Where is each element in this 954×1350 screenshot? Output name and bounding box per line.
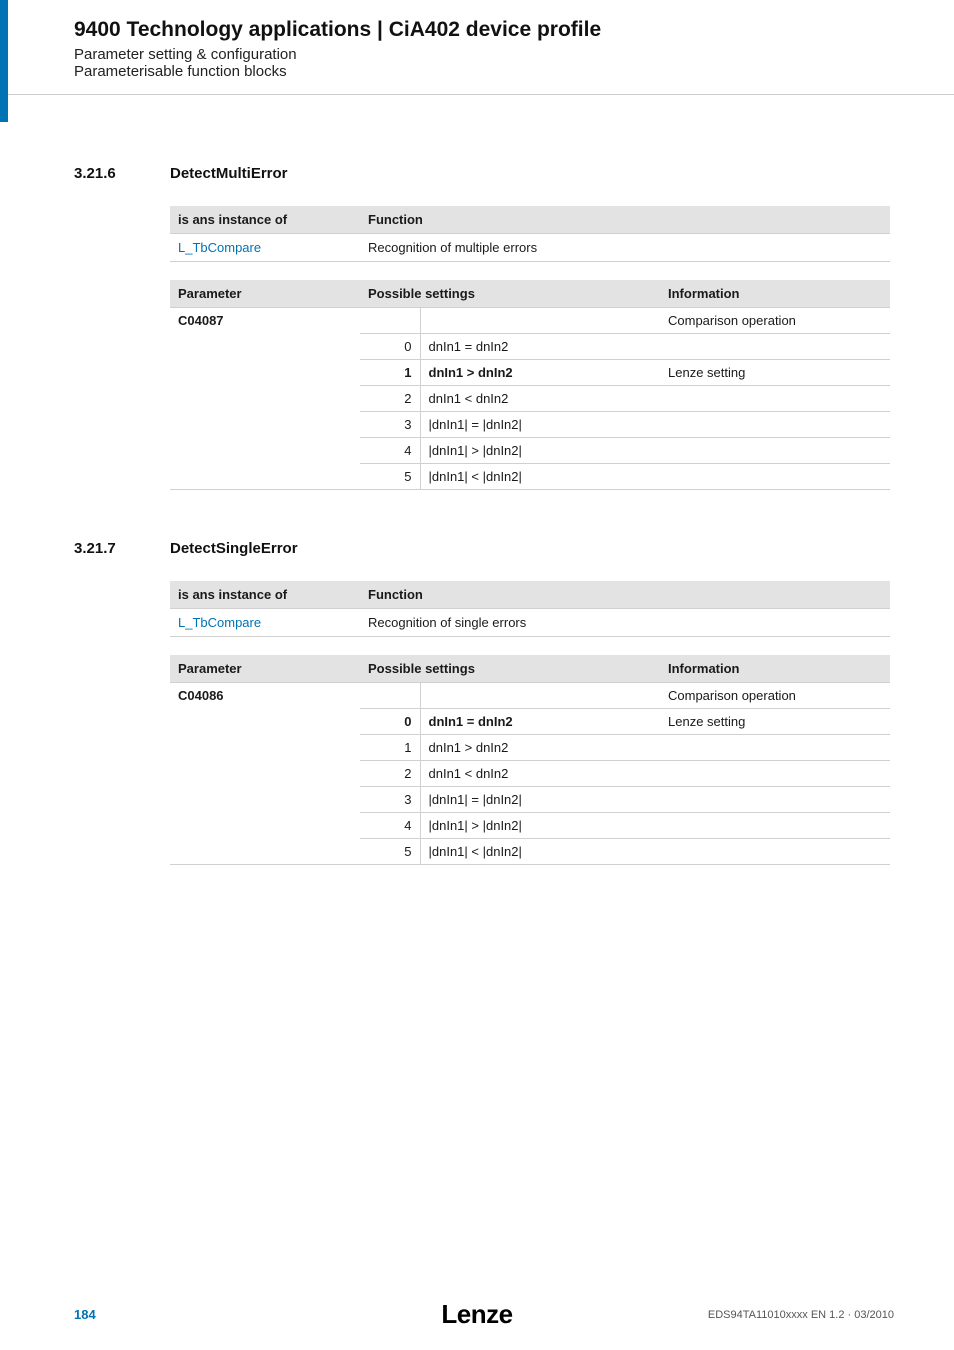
table-row: C04086 Comparison operation (170, 683, 890, 709)
info-cell: Lenze setting (660, 360, 890, 386)
setting-text: dnIn1 > dnIn2 (420, 360, 660, 386)
info-cell (660, 813, 890, 839)
col-header: Parameter (170, 280, 360, 308)
table-header-row: Parameter Possible settings Information (170, 655, 890, 683)
section-title: DetectSingleError (170, 540, 298, 557)
content-area: 3.21.6 DetectMultiError is ans instance … (0, 95, 954, 865)
setting-index: 1 (360, 360, 420, 386)
section-number: 3.21.7 (74, 540, 170, 557)
parameter-table: Parameter Possible settings Information … (170, 280, 890, 490)
info-cell: Comparison operation (660, 683, 890, 709)
section-title: DetectMultiError (170, 165, 288, 182)
page-subtitle-2: Parameterisable function blocks (74, 63, 894, 80)
col-header: Function (360, 581, 890, 609)
info-cell (660, 761, 890, 787)
table-group: is ans instance of Function L_TbCompare … (170, 206, 890, 490)
instance-table: is ans instance of Function L_TbCompare … (170, 581, 890, 637)
setting-text: dnIn1 < dnIn2 (420, 761, 660, 787)
section-heading: 3.21.6 DetectMultiError (74, 165, 894, 182)
page-header: 9400 Technology applications | CiA402 de… (0, 0, 954, 95)
section-heading: 3.21.7 DetectSingleError (74, 540, 894, 557)
document-id: EDS94TA11010xxxx EN 1.2 · 03/2010 (708, 1309, 894, 1321)
page-subtitle-1: Parameter setting & configuration (74, 46, 894, 63)
setting-index: 3 (360, 412, 420, 438)
col-header: Possible settings (360, 280, 660, 308)
info-cell (660, 839, 890, 865)
info-cell: Lenze setting (660, 709, 890, 735)
info-cell (660, 412, 890, 438)
table-header-row: Parameter Possible settings Information (170, 280, 890, 308)
col-header: Possible settings (360, 655, 660, 683)
table-header-row: is ans instance of Function (170, 581, 890, 609)
table-row: C04087 Comparison operation (170, 308, 890, 334)
info-cell: Comparison operation (660, 308, 890, 334)
col-header: Information (660, 655, 890, 683)
parameter-name: C04087 (170, 308, 360, 490)
setting-text: |dnIn1| = |dnIn2| (420, 412, 660, 438)
page-footer: 184 Lenze EDS94TA11010xxxx EN 1.2 · 03/2… (0, 1307, 954, 1322)
setting-text: |dnIn1| > |dnIn2| (420, 438, 660, 464)
page-title: 9400 Technology applications | CiA402 de… (74, 18, 894, 42)
setting-index: 0 (360, 334, 420, 360)
info-cell (660, 386, 890, 412)
col-header: Information (660, 280, 890, 308)
setting-index: 1 (360, 735, 420, 761)
setting-index: 5 (360, 464, 420, 490)
instance-table: is ans instance of Function L_TbCompare … (170, 206, 890, 262)
parameter-table: Parameter Possible settings Information … (170, 655, 890, 865)
setting-text: dnIn1 < dnIn2 (420, 386, 660, 412)
section-number: 3.21.6 (74, 165, 170, 182)
setting-index: 5 (360, 839, 420, 865)
instance-function: Recognition of multiple errors (360, 234, 890, 262)
setting-index: 4 (360, 813, 420, 839)
setting-index: 0 (360, 709, 420, 735)
col-header: Function (360, 206, 890, 234)
info-cell (660, 334, 890, 360)
info-cell (660, 438, 890, 464)
instance-link[interactable]: L_TbCompare (170, 609, 360, 637)
col-header: is ans instance of (170, 581, 360, 609)
table-group: is ans instance of Function L_TbCompare … (170, 581, 890, 865)
setting-text: dnIn1 = dnIn2 (420, 334, 660, 360)
setting-text: |dnIn1| > |dnIn2| (420, 813, 660, 839)
info-cell (660, 464, 890, 490)
table-row: L_TbCompare Recognition of multiple erro… (170, 234, 890, 262)
setting-index: 2 (360, 386, 420, 412)
setting-text: dnIn1 = dnIn2 (420, 709, 660, 735)
info-cell (660, 735, 890, 761)
instance-function: Recognition of single errors (360, 609, 890, 637)
setting-index: 3 (360, 787, 420, 813)
setting-index: 2 (360, 761, 420, 787)
page-number: 184 (74, 1307, 96, 1322)
col-header: Parameter (170, 655, 360, 683)
table-row: L_TbCompare Recognition of single errors (170, 609, 890, 637)
brand-logo: Lenze (441, 1299, 512, 1330)
accent-bar (0, 0, 8, 122)
setting-text: |dnIn1| < |dnIn2| (420, 839, 660, 865)
info-cell (660, 787, 890, 813)
cell (420, 683, 660, 709)
setting-index: 4 (360, 438, 420, 464)
setting-text: dnIn1 > dnIn2 (420, 735, 660, 761)
cell (360, 308, 420, 334)
parameter-name: C04086 (170, 683, 360, 865)
col-header: is ans instance of (170, 206, 360, 234)
cell (360, 683, 420, 709)
setting-text: |dnIn1| < |dnIn2| (420, 464, 660, 490)
cell (420, 308, 660, 334)
setting-text: |dnIn1| = |dnIn2| (420, 787, 660, 813)
instance-link[interactable]: L_TbCompare (170, 234, 360, 262)
table-header-row: is ans instance of Function (170, 206, 890, 234)
